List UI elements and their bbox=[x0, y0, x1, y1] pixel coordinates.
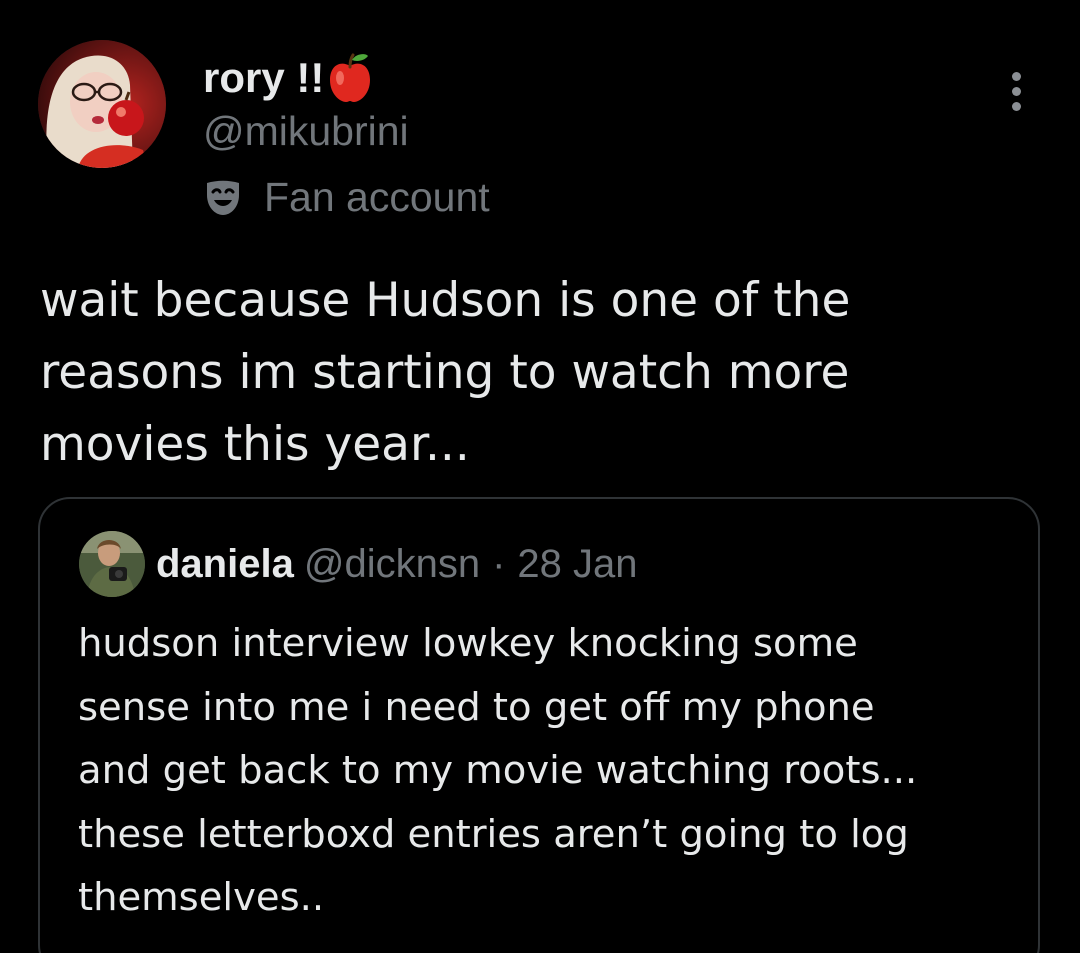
quoted-tweet-header: daniela @dicknsn · 28 Jan bbox=[79, 531, 638, 597]
dot-separator: · bbox=[492, 541, 506, 586]
quoted-tweet-text: hudson interview lowkey knocking some se… bbox=[78, 621, 918, 920]
tweet-text: wait because Hudson is one of the reason… bbox=[40, 273, 851, 472]
automated-label-text: Fan account bbox=[264, 173, 490, 220]
author-avatar[interactable] bbox=[38, 40, 166, 168]
more-options-icon bbox=[1011, 71, 1021, 81]
author-display-name[interactable]: rory !! bbox=[203, 54, 324, 102]
quoted-tweet-card[interactable]: daniela @dicknsn · 28 Jan hudson intervi… bbox=[38, 497, 1040, 953]
theater-mask-icon bbox=[203, 177, 243, 217]
quoted-author-display-name[interactable]: daniela bbox=[156, 542, 294, 587]
author-name-row[interactable]: rory !! bbox=[203, 50, 374, 106]
tweet[interactable]: rory !! @mikubrini Fan account wait beca… bbox=[0, 0, 1080, 953]
more-options-button[interactable] bbox=[996, 66, 1036, 116]
quoted-tweet-date[interactable]: 28 Jan bbox=[517, 542, 637, 587]
author-handle[interactable]: @mikubrini bbox=[203, 108, 409, 155]
apple-icon bbox=[326, 52, 374, 104]
quoted-author-handle[interactable]: @dicknsn bbox=[304, 542, 480, 587]
quoted-author-avatar[interactable] bbox=[79, 531, 145, 597]
author-avatar-image bbox=[38, 40, 166, 168]
automated-label[interactable]: Fan account bbox=[203, 170, 490, 224]
